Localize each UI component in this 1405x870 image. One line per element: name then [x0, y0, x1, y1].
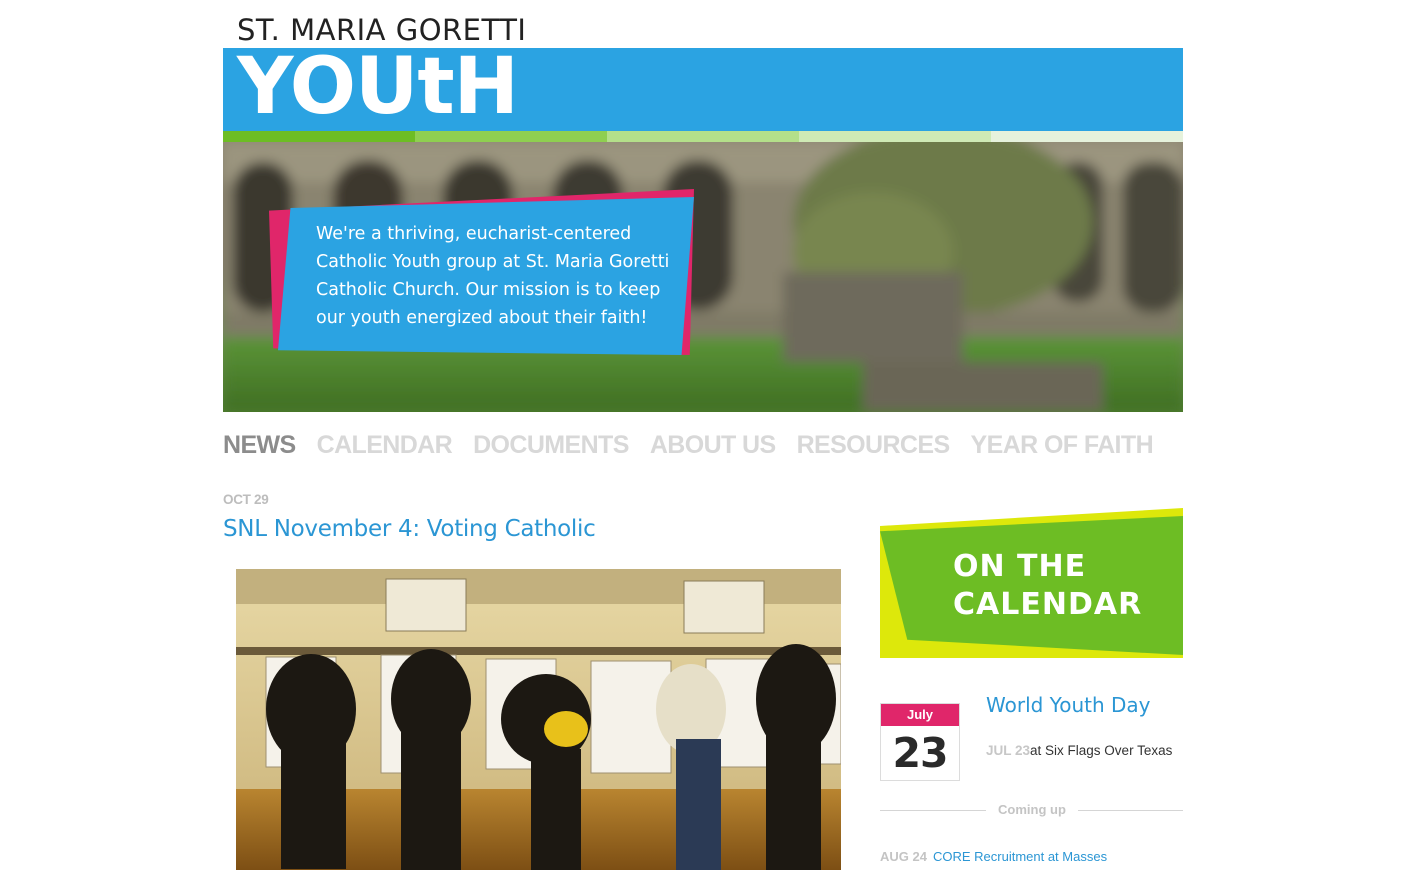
color-stripe-3: [607, 131, 799, 142]
event-title-link[interactable]: World Youth Day: [986, 691, 1151, 719]
nav-item-about-us[interactable]: ABOUT US: [650, 428, 776, 462]
date-tile-day: 23: [892, 729, 948, 777]
color-stripe-4: [799, 131, 991, 142]
post-date: OCT 29: [223, 492, 269, 507]
date-tile-month: July: [881, 704, 959, 726]
event-location: at Six Flags Over Texas: [1030, 743, 1173, 758]
nav-item-calendar[interactable]: CALENDAR: [317, 428, 453, 462]
upcoming-event-link[interactable]: CORE Recruitment at Masses: [933, 849, 1107, 864]
coming-up-label: Coming up: [998, 802, 1066, 817]
divider-line-left: [880, 810, 986, 811]
calendar-heading: ON THE CALENDAR: [953, 548, 1142, 624]
nav-item-news[interactable]: NEWS: [223, 428, 296, 462]
calendar-heading-line2: CALENDAR: [953, 587, 1143, 622]
nav-item-year-of-faith[interactable]: YEAR OF FAITH: [971, 428, 1154, 462]
youth-logo[interactable]: YOUtH: [237, 46, 519, 129]
event-date: JUL 23: [986, 743, 1031, 758]
post-image[interactable]: [236, 569, 841, 870]
nav-item-resources[interactable]: RESOURCES: [797, 428, 951, 462]
main-nav: NEWS CALENDAR DOCUMENTS ABOUT US RESOURC…: [223, 428, 1174, 462]
calendar-sidebar: ON THE CALENDAR July 23 World Youth Day …: [880, 508, 1183, 870]
upcoming-event-date: AUG 24: [880, 849, 927, 864]
mission-statement: We're a thriving, eucharist-centered Cat…: [316, 224, 670, 328]
color-stripe-5: [991, 131, 1183, 142]
upcoming-event: AUG 24 CORE Recruitment at Masses: [880, 849, 1107, 864]
coming-up-divider: Coming up: [880, 800, 1183, 820]
post-title-link[interactable]: SNL November 4: Voting Catholic: [223, 512, 596, 546]
nav-item-documents[interactable]: DOCUMENTS: [473, 428, 629, 462]
event-date-tile: July 23: [880, 703, 960, 781]
color-stripe-1: [223, 131, 415, 142]
divider-line-right: [1078, 810, 1183, 811]
calendar-heading-line1: ON THE: [953, 549, 1087, 584]
header-banner: YOUtH: [223, 46, 1183, 131]
hero-banner: We're a thriving, eucharist-centered Cat…: [223, 142, 1183, 412]
color-stripe-2: [415, 131, 607, 142]
event-meta: JUL 23at Six Flags Over Texas: [986, 743, 1172, 758]
voting-booths-photo: [236, 569, 841, 870]
page: ST. MARIA GORETTI YOUtH We're a thriving…: [223, 0, 1183, 870]
